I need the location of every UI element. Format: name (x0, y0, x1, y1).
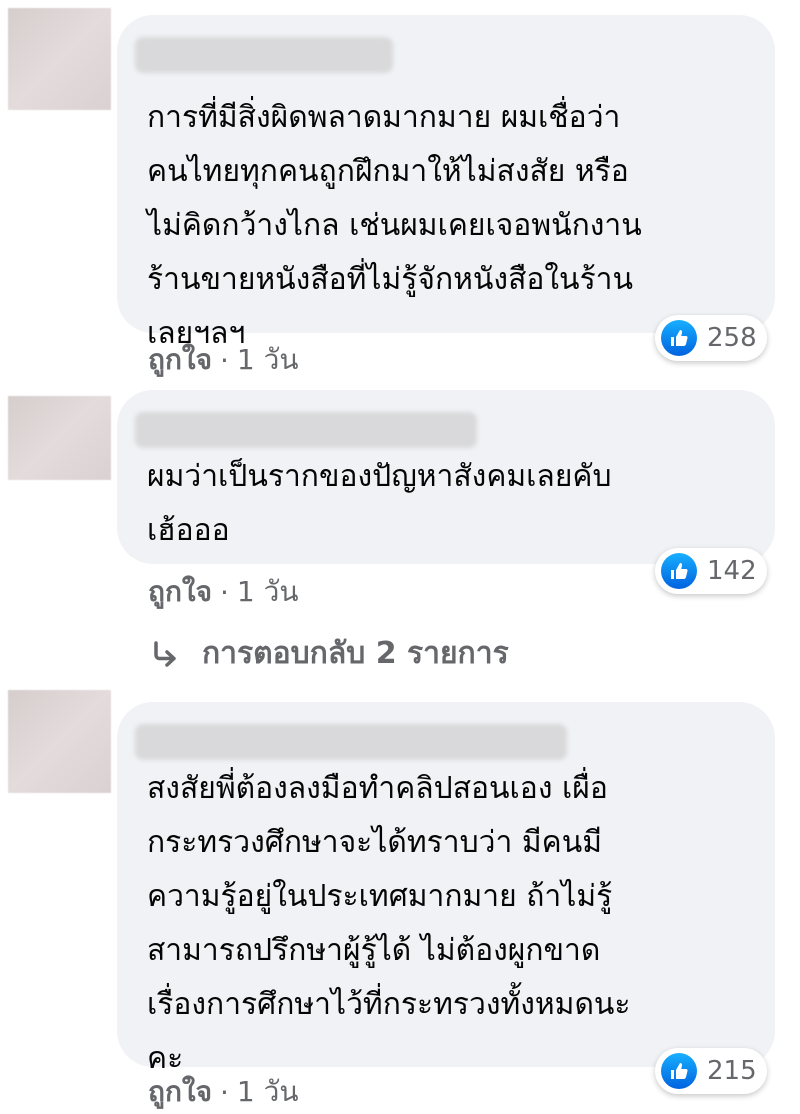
comment-timestamp[interactable]: 1 วัน (237, 1070, 299, 1114)
comment-actions: ถูกใจ · 1 วัน (148, 338, 298, 382)
thumbs-up-icon (661, 320, 697, 356)
comment-bubble: การที่มีสิ่งผิดพลาดมากมาย ผมเชื่อว่า คนไ… (117, 15, 775, 351)
reply-arrow-icon (150, 639, 180, 669)
comment-text: ผมว่าเป็นรากของปัญหาสังคมเลยคับ เฮ้อออ (147, 459, 612, 548)
avatar[interactable] (8, 8, 111, 110)
reaction-summary[interactable]: 142 (655, 548, 767, 594)
reaction-summary[interactable]: 215 (655, 1048, 767, 1094)
comment-actions: ถูกใจ · 1 วัน (148, 1070, 298, 1114)
reaction-count: 142 (707, 556, 757, 586)
comment-bubble: สงสัยพี่ต้องลงมือทำคลิปสอนเอง เผื่อ กระท… (117, 702, 775, 1076)
replies-label: การตอบกลับ 2 รายการ (202, 636, 509, 671)
reaction-count: 215 (707, 1056, 757, 1086)
like-button[interactable]: ถูกใจ (148, 570, 212, 614)
view-replies-link[interactable]: การตอบกลับ 2 รายการ (150, 630, 509, 677)
thumbs-up-icon (661, 1053, 697, 1089)
separator-dot: · (219, 343, 229, 377)
like-button[interactable]: ถูกใจ (148, 1070, 212, 1114)
avatar[interactable] (8, 690, 111, 793)
reaction-count: 258 (707, 323, 757, 353)
thumbs-up-icon (661, 553, 697, 589)
avatar[interactable] (8, 396, 111, 480)
separator-dot: · (219, 575, 229, 609)
comment-text: สงสัยพี่ต้องลงมือทำคลิปสอนเอง เผื่อ กระท… (147, 771, 631, 1076)
author-name-blurred[interactable] (135, 412, 477, 448)
separator-dot: · (219, 1075, 229, 1109)
author-name-blurred[interactable] (135, 37, 393, 73)
reaction-summary[interactable]: 258 (655, 315, 767, 361)
comment-bubble: ผมว่าเป็นรากของปัญหาสังคมเลยคับ เฮ้อออ (117, 390, 775, 564)
author-name-blurred[interactable] (135, 724, 567, 760)
comment-text: การที่มีสิ่งผิดพลาดมากมาย ผมเชื่อว่า คนไ… (147, 100, 642, 351)
comment-timestamp[interactable]: 1 วัน (237, 338, 299, 382)
like-button[interactable]: ถูกใจ (148, 338, 212, 382)
comment-actions: ถูกใจ · 1 วัน (148, 570, 298, 614)
comment-timestamp[interactable]: 1 วัน (237, 570, 299, 614)
